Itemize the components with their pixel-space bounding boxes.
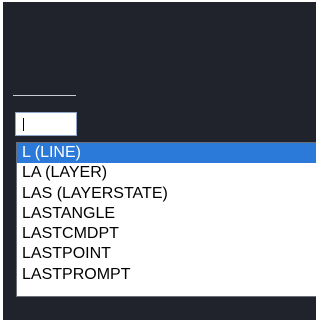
autocomplete-item[interactable]: LASTCMDPT [17, 224, 316, 244]
autocomplete-item[interactable]: L (LINE) [17, 143, 316, 164]
crosshair-line [13, 95, 76, 96]
autocomplete-item[interactable]: LASTPOINT [17, 244, 316, 264]
autocomplete-item[interactable]: LAS (LAYERSTATE) [17, 184, 316, 204]
dynamic-input-box[interactable] [15, 112, 77, 136]
drawing-canvas[interactable]: L (LINE) LA (LAYER) LAS (LAYERSTATE) LAS… [3, 2, 316, 320]
autocomplete-item[interactable]: LA (LAYER) [17, 163, 316, 183]
command-autocomplete-list[interactable]: L (LINE) LA (LAYER) LAS (LAYERSTATE) LAS… [16, 142, 316, 297]
screenshot-frame: L (LINE) LA (LAYER) LAS (LAYERSTATE) LAS… [0, 0, 318, 323]
command-input-field[interactable] [16, 113, 76, 135]
autocomplete-item[interactable]: LASTPROMPT [17, 265, 316, 285]
text-caret [23, 118, 24, 131]
autocomplete-item[interactable]: LASTANGLE [17, 204, 316, 224]
